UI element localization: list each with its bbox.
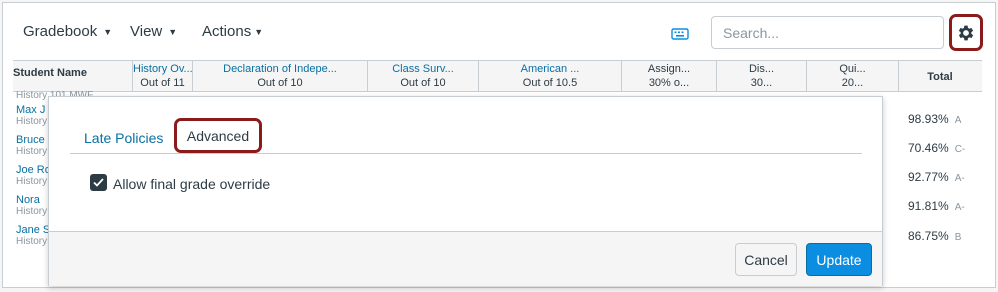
column-points: Out of 10 [400, 77, 446, 89]
total-cell[interactable]: 70.46% C- [908, 141, 965, 155]
actions-menu-label: Actions [202, 23, 252, 40]
checkmark-icon [93, 178, 104, 187]
keyboard-icon[interactable] [671, 27, 689, 41]
student-name-link[interactable]: Bruce [16, 134, 45, 146]
view-menu-label: View [130, 23, 163, 40]
tab-divider [70, 153, 862, 154]
checkbox-label: Allow final grade override [113, 176, 271, 192]
student-name-header-label: Student Name [13, 67, 87, 79]
column-points: Out of 11 [140, 77, 185, 89]
total-cell[interactable]: 98.93% A [908, 112, 961, 126]
student-name-link[interactable]: Max J [16, 104, 45, 116]
column-points: 30% o... [648, 77, 690, 89]
caret-down-icon: ▼ [168, 27, 178, 37]
column-points: 30... [750, 77, 773, 89]
grid-column-header[interactable]: Declaration of Indepe... Out of 10 [193, 61, 368, 91]
gear-icon [958, 25, 974, 40]
student-section: History [16, 116, 48, 127]
column-title: Qui... [839, 63, 866, 75]
student-section: History [16, 206, 48, 217]
tab-advanced[interactable]: Advanced [174, 118, 262, 153]
table-row[interactable]: Bruce History [16, 134, 47, 158]
settings-button[interactable] [949, 14, 983, 51]
column-title: History Ov... [133, 63, 193, 75]
column-title: Declaration of Indepe... [223, 63, 337, 75]
total-cell[interactable]: 91.81% A- [908, 199, 965, 213]
table-row[interactable]: Joe Ro History [16, 164, 51, 188]
total-percent: 86.75% [908, 229, 949, 243]
student-section: History [16, 146, 48, 157]
column-points: Out of 10.5 [522, 77, 578, 89]
update-button[interactable]: Update [806, 243, 872, 276]
student-section: History [16, 176, 48, 187]
table-row[interactable]: Jane S History [16, 224, 50, 248]
grid-column-header[interactable]: Qui... 20... [807, 61, 899, 91]
total-percent: 91.81% [908, 199, 949, 213]
dialog-footer: Cancel Update [49, 231, 882, 286]
column-title: Total [927, 71, 953, 83]
actions-menu[interactable]: Actions ▼ [202, 23, 263, 40]
table-row[interactable]: Max J History [16, 104, 47, 128]
gradebook-menu-label: Gradebook [23, 23, 98, 40]
grid-column-header[interactable]: American ... Out of 10.5 [479, 61, 622, 91]
table-row[interactable]: Nora History [16, 194, 47, 218]
grid-column-header[interactable]: Assign... 30% o... [622, 61, 717, 91]
total-percent: 98.93% [908, 112, 949, 126]
column-points: Out of 10 [257, 77, 303, 89]
column-title: American ... [520, 63, 580, 75]
total-percent: 70.46% [908, 141, 949, 155]
gradebook-menu[interactable]: Gradebook ▼ [23, 23, 112, 40]
letter-grade: A- [954, 173, 965, 184]
grid-column-header[interactable]: Class Surv... Out of 10 [368, 61, 479, 91]
caret-down-icon: ▼ [103, 27, 113, 37]
grid-column-header[interactable]: History Ov... Out of 11 [133, 61, 193, 91]
letter-grade: C- [954, 144, 966, 155]
total-cell[interactable]: 86.75% B [908, 229, 961, 243]
student-name-link[interactable]: Joe Ro [16, 164, 51, 176]
letter-grade: B [954, 232, 962, 243]
gradebook-window: Gradebook▼ View▼ Actions▼ History Ov... … [2, 2, 996, 288]
student-name-link[interactable]: Nora [16, 194, 40, 206]
total-column-header[interactable]: Total [899, 61, 981, 91]
cancel-button[interactable]: Cancel [735, 243, 797, 276]
column-title: Class Surv... [392, 63, 454, 75]
letter-grade: A [954, 115, 962, 126]
tab-late-policies[interactable]: Late Policies [84, 130, 163, 146]
column-points: 20... [841, 77, 864, 89]
student-name-link[interactable]: Jane S [16, 224, 50, 236]
gradebook-settings-dialog: Late Policies Advanced Allow final grade… [48, 96, 883, 286]
caret-down-icon: ▼ [254, 27, 264, 37]
column-title: Assign... [647, 63, 691, 75]
student-section: History [16, 236, 48, 247]
tab-advanced-label: Advanced [186, 127, 250, 144]
letter-grade: A- [954, 202, 965, 213]
search-input[interactable] [711, 16, 944, 49]
view-menu[interactable]: View ▼ [130, 23, 177, 40]
grid-column-header[interactable]: Dis... 30... [717, 61, 807, 91]
grid-header: History Ov... Out of 11 Declaration of I… [13, 60, 982, 92]
total-cell[interactable]: 92.77% A- [908, 170, 965, 184]
column-title: Dis... [748, 63, 775, 75]
allow-final-grade-override-checkbox[interactable] [90, 174, 107, 191]
total-percent: 92.77% [908, 170, 949, 184]
